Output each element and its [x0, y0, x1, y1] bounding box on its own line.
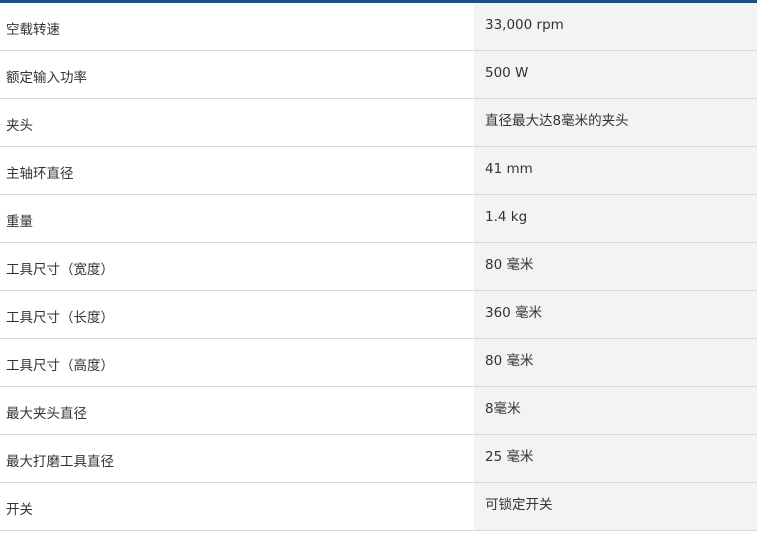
spec-row-max-collet: 最大夹头直径 8毫米 [0, 387, 757, 435]
spec-value: 8毫米 [474, 387, 757, 434]
spec-row-switch: 开关 可锁定开关 [0, 483, 757, 531]
spec-row-tool-height: 工具尺寸（高度） 80 毫米 [0, 339, 757, 387]
spec-row-weight: 重量 1.4 kg [0, 195, 757, 243]
spec-label: 夹头 [0, 99, 474, 146]
spec-label: 工具尺寸（宽度） [0, 243, 474, 290]
spec-label: 工具尺寸（长度） [0, 291, 474, 338]
spec-value: 33,000 rpm [474, 3, 757, 50]
spec-row-spindle-collar: 主轴环直径 41 mm [0, 147, 757, 195]
spec-row-tool-length: 工具尺寸（长度） 360 毫米 [0, 291, 757, 339]
spec-row-collet: 夹头 直径最大达8毫米的夹头 [0, 99, 757, 147]
spec-row-max-grinding-tool: 最大打磨工具直径 25 毫米 [0, 435, 757, 483]
spec-value: 41 mm [474, 147, 757, 194]
spec-label: 工具尺寸（高度） [0, 339, 474, 386]
spec-row-rated-power: 额定输入功率 500 W [0, 51, 757, 99]
spec-label: 空载转速 [0, 3, 474, 50]
spec-value: 直径最大达8毫米的夹头 [474, 99, 757, 146]
spec-label: 最大打磨工具直径 [0, 435, 474, 482]
spec-label: 主轴环直径 [0, 147, 474, 194]
spec-label: 最大夹头直径 [0, 387, 474, 434]
spec-value: 1.4 kg [474, 195, 757, 242]
spec-value: 25 毫米 [474, 435, 757, 482]
spec-value: 360 毫米 [474, 291, 757, 338]
spec-value: 80 毫米 [474, 243, 757, 290]
spec-row-no-load-speed: 空载转速 33,000 rpm [0, 3, 757, 51]
spec-table: 空载转速 33,000 rpm 额定输入功率 500 W 夹头 直径最大达8毫米… [0, 0, 757, 539]
spec-value: 可锁定开关 [474, 483, 757, 530]
spec-label: 额定输入功率 [0, 51, 474, 98]
spec-label: 开关 [0, 483, 474, 530]
spec-row-tool-width: 工具尺寸（宽度） 80 毫米 [0, 243, 757, 291]
spec-value: 80 毫米 [474, 339, 757, 386]
spec-label: 重量 [0, 195, 474, 242]
spec-value: 500 W [474, 51, 757, 98]
